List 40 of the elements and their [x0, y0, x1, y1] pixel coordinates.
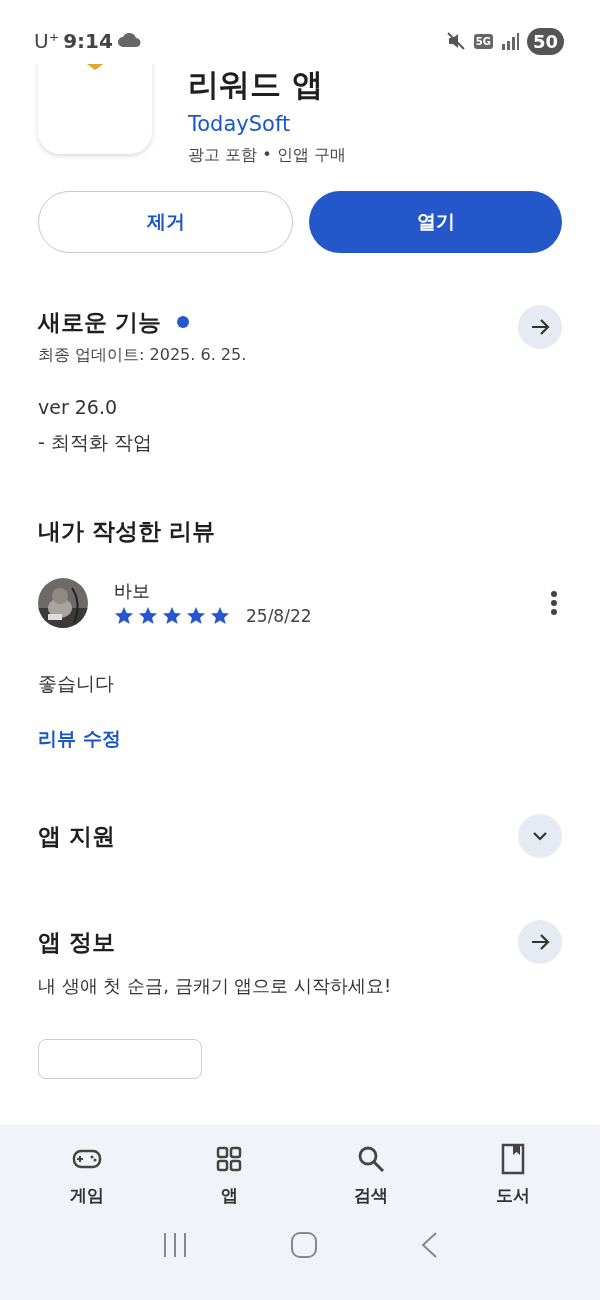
section-title: 앱 정보	[38, 927, 115, 957]
release-note: ver 26.0	[38, 395, 119, 421]
arrow-button[interactable]	[518, 304, 562, 349]
star-icon	[162, 606, 182, 627]
mute-icon	[445, 31, 466, 51]
arrow-button[interactable]	[518, 920, 562, 965]
app-icon	[38, 64, 152, 154]
recent-apps-icon[interactable]	[161, 1231, 188, 1258]
category-chip[interactable]	[38, 1039, 202, 1080]
more-icon	[550, 589, 558, 616]
section-title: 내가 작성한 리뷰	[38, 517, 216, 547]
uninstall-button[interactable]: 제거	[38, 190, 293, 253]
section-title: 새로운 기능	[38, 307, 161, 337]
nav-tab[interactable]: 게임	[16, 1125, 158, 1210]
app-notes: 광고 포함 • 인앱 구매	[188, 143, 346, 166]
developer-link[interactable]: TodaySoft	[188, 109, 346, 141]
back-icon[interactable]	[420, 1231, 439, 1258]
open-button[interactable]: 열기	[309, 190, 562, 253]
reviewer-name: 바보	[114, 578, 151, 603]
app-description: 내 생애 첫 순금, 금캐기 앱으로 시작하세요!	[38, 974, 393, 999]
nav-tab[interactable]: 도서	[442, 1125, 584, 1210]
edit-review-link[interactable]: 리뷰 수정	[38, 726, 121, 749]
signal-icon	[500, 32, 519, 50]
update-date: 최종 업데이트: 2025. 6. 25.	[38, 344, 247, 367]
star-icon	[186, 606, 206, 627]
app-title: 리워드 앱	[188, 66, 324, 104]
carrier-name: U⁺	[34, 28, 60, 55]
nav-tab[interactable]: 앱	[158, 1125, 300, 1210]
star-icon	[210, 606, 230, 627]
clock: 9:14	[63, 28, 113, 55]
home-icon[interactable]	[291, 1231, 317, 1258]
star-icon	[114, 606, 134, 627]
review-text: 좋습니다	[38, 671, 115, 697]
network-label: 5G	[473, 33, 493, 49]
release-note: - 최적화 작업	[38, 429, 153, 455]
nav-tab[interactable]: 검색	[300, 1125, 442, 1210]
review-date: 25/8/22	[246, 604, 312, 628]
star-icon	[138, 606, 158, 627]
battery-level: 50	[526, 27, 564, 55]
section-title: 앱 지원	[38, 821, 115, 851]
